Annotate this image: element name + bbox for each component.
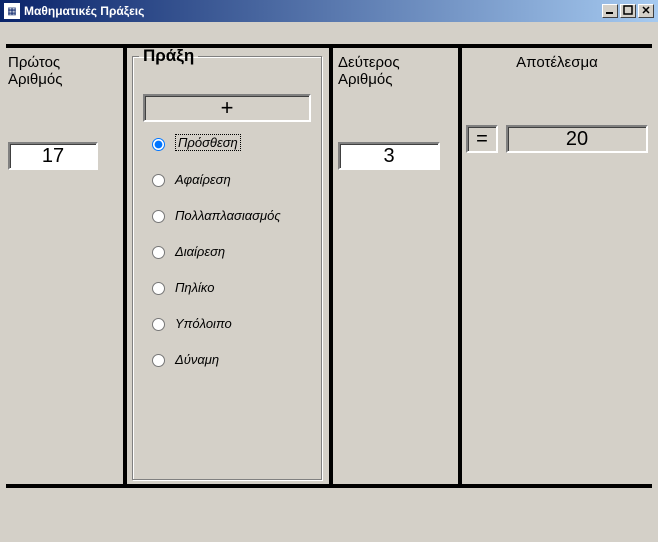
result-section: Αποτέλεσμα = 20: [466, 50, 648, 153]
operation-radio-3[interactable]: Διαίρεση: [147, 243, 317, 259]
operation-radio-label-1: Αφαίρεση: [175, 172, 231, 187]
operation-radio-5[interactable]: Υπόλοιπο: [147, 315, 317, 331]
operation-radio-input-6[interactable]: [152, 354, 165, 367]
operation-radio-2[interactable]: Πολλαπλασιασμός: [147, 207, 317, 223]
operation-radio-0[interactable]: Πρόσθεση: [147, 134, 317, 151]
operation-radio-6[interactable]: Δύναμη: [147, 351, 317, 367]
second-number-section: Δεύτερος Αριθμός 3: [338, 50, 454, 170]
title-bar: ▦ Μαθηματικές Πράξεις: [0, 0, 658, 22]
divider-v1: [123, 46, 127, 486]
operation-radio-label-0: Πρόσθεση: [175, 134, 241, 151]
close-button[interactable]: [638, 4, 654, 18]
operation-radio-1[interactable]: Αφαίρεση: [147, 171, 317, 187]
window-title: Μαθηματικές Πράξεις: [24, 4, 602, 18]
result-label: Αποτέλεσμα: [466, 54, 648, 71]
operation-group: Πράξη + Πρόσθεση Αφαίρεση Πολλαπλασιασμός Δ…: [132, 46, 322, 480]
operation-radio-input-0[interactable]: [152, 138, 165, 151]
operation-radio-input-3[interactable]: [152, 246, 165, 259]
operation-radio-input-1[interactable]: [152, 174, 165, 187]
operation-radio-label-6: Δύναμη: [175, 352, 219, 367]
first-number-label: Πρώτος Αριθμός: [8, 54, 118, 88]
first-number-section: Πρώτος Αριθμός 17: [8, 50, 118, 170]
minimize-button[interactable]: [602, 4, 618, 18]
maximize-button[interactable]: [620, 4, 636, 18]
operation-radio-4[interactable]: Πηλίκο: [147, 279, 317, 295]
result-display: 20: [506, 125, 648, 153]
operation-radio-input-4[interactable]: [152, 282, 165, 295]
operation-radio-input-2[interactable]: [152, 210, 165, 223]
operation-radio-input-5[interactable]: [152, 318, 165, 331]
equals-display: =: [466, 125, 498, 153]
client-area: Πρώτος Αριθμός 17 Πράξη + Πρόσθεση Αφαίρε…: [0, 22, 658, 542]
operation-radio-label-3: Διαίρεση: [175, 244, 225, 259]
operation-radio-label-2: Πολλαπλασιασμός: [175, 208, 281, 223]
operation-legend: Πράξη: [139, 46, 198, 66]
app-icon: ▦: [4, 3, 20, 19]
operation-radio-label-5: Υπόλοιπο: [175, 316, 232, 331]
first-number-input[interactable]: 17: [8, 142, 98, 170]
divider-v2: [329, 46, 333, 486]
second-number-label: Δεύτερος Αριθμός: [338, 54, 454, 88]
operation-symbol-display: +: [143, 94, 311, 122]
operation-radio-label-4: Πηλίκο: [175, 280, 215, 295]
divider-v3: [458, 46, 462, 486]
second-number-input[interactable]: 3: [338, 142, 440, 170]
